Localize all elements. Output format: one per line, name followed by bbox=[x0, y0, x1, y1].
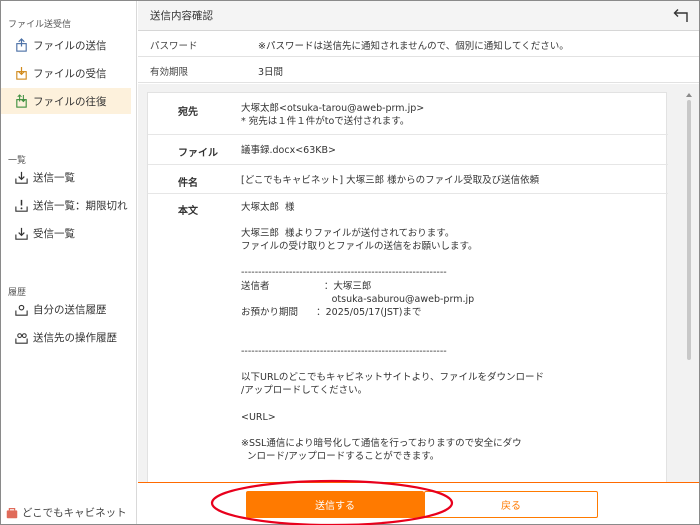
sidebar-item-label: 送信一覧 bbox=[33, 171, 75, 184]
sidebar-item-label: ファイルの送信 bbox=[33, 39, 107, 52]
mail-body-line bbox=[241, 397, 544, 410]
sidebar-item-roundtrip-file[interactable]: ファイルの往復 bbox=[1, 88, 131, 114]
subject-row: 件名 [どこでもキャビネット] 大塚三郎 様からのファイル受取及び送信依頼 bbox=[148, 165, 668, 194]
expiry-value: 3日間 bbox=[258, 66, 284, 78]
page-title: 送信内容確認 bbox=[150, 10, 213, 22]
brand-footer: どこでもキャビネット bbox=[5, 505, 127, 520]
password-row: パスワード ※パスワードは送信先に通知されませんので、個別に通知してください。 bbox=[138, 33, 699, 57]
sidebar-item-label: 自分の送信履歴 bbox=[33, 303, 107, 316]
sidebar-item-label: 送信先の操作履歴 bbox=[33, 331, 117, 344]
my-history-icon bbox=[13, 301, 29, 317]
mail-body-line bbox=[241, 358, 544, 371]
mail-body-line bbox=[241, 319, 544, 332]
download-file-icon bbox=[13, 65, 29, 81]
sidebar-item-sent-list[interactable]: 送信一覧 bbox=[1, 164, 131, 190]
body-row: 本文 大塚太郎 様大塚三郎 様よりファイルが送付されております。 ファイルの受け取… bbox=[148, 194, 668, 482]
section-heading-transfer: ファイル送受信 bbox=[8, 20, 72, 30]
body-label: 本文 bbox=[178, 206, 198, 217]
subject-value: [どこでもキャビネット] 大塚三郎 様からのファイル受取及び送信依頼 bbox=[241, 175, 540, 186]
mail-body-line bbox=[241, 424, 544, 437]
mail-body-line bbox=[241, 332, 544, 345]
received-list-icon bbox=[13, 225, 29, 241]
mail-body-text: 大塚太郎 様大塚三郎 様よりファイルが送付されております。 ファイルの受け取りとフ… bbox=[241, 201, 544, 463]
cabinet-logo-icon bbox=[5, 506, 19, 520]
return-icon[interactable] bbox=[671, 8, 689, 24]
mail-body-line: お預かり期間 ：2025/05/17(JST)まで bbox=[241, 306, 422, 318]
to-note: * 宛先は１件１件がtoで送付されます。 bbox=[241, 116, 410, 127]
mail-body-line: 大塚三郎 様よりファイルが送付されております。 bbox=[241, 228, 455, 240]
action-bar: 送信する 戻る bbox=[138, 479, 699, 525]
file-label: ファイル bbox=[178, 148, 218, 159]
upload-file-icon bbox=[13, 37, 29, 53]
file-row: ファイル 議事録.docx<63KB> bbox=[148, 135, 668, 165]
recipient-history-icon bbox=[13, 329, 29, 345]
mail-body-line: ※SSL通信により暗号化して通信を行っておりますので安全にダウ bbox=[241, 437, 522, 449]
password-note: ※パスワードは送信先に通知されませんので、個別に通知してください。 bbox=[258, 40, 569, 52]
mail-body-line bbox=[241, 214, 544, 227]
sidebar-item-recipient-history[interactable]: 送信先の操作履歴 bbox=[1, 324, 131, 350]
expiry-row: 有効期限 3日間 bbox=[138, 59, 699, 83]
mail-preview-area[interactable]: 宛先 大塚太郎<otsuka-tarou@aweb-prm.jp> * 宛先は１… bbox=[138, 84, 699, 482]
mail-body-line: ンロード/アップロードすることができます。 bbox=[241, 450, 440, 462]
mail-body-line: otsuka-saburou@aweb-prm.jp bbox=[241, 293, 475, 305]
to-label: 宛先 bbox=[178, 107, 198, 118]
mail-body-line: <URL> bbox=[241, 411, 276, 423]
scrollbar[interactable] bbox=[685, 92, 693, 482]
subject-label: 件名 bbox=[178, 178, 198, 189]
sidebar-item-label: 受信一覧 bbox=[33, 227, 75, 240]
mail-body-line: 以下URLのどこでもキャビネットサイトより、ファイルをダウンロード bbox=[241, 372, 544, 384]
mail-body-line: ----------------------------------------… bbox=[241, 346, 447, 358]
mail-body-line: 大塚太郎 様 bbox=[241, 202, 295, 213]
sidebar-item-receive-file[interactable]: ファイルの受信 bbox=[1, 60, 131, 86]
to-value: 大塚太郎<otsuka-tarou@aweb-prm.jp> bbox=[241, 103, 425, 114]
file-value: 議事録.docx<63KB> bbox=[241, 145, 336, 156]
to-row: 宛先 大塚太郎<otsuka-tarou@aweb-prm.jp> * 宛先は１… bbox=[148, 93, 668, 135]
mail-body-line: ----------------------------------------… bbox=[241, 267, 447, 279]
mail-body-line: ファイルの受け取りとファイルの送信をお願いします。 bbox=[241, 241, 478, 253]
roundtrip-file-icon bbox=[13, 93, 29, 109]
back-button[interactable]: 戻る bbox=[424, 491, 598, 518]
sidebar-item-received-list[interactable]: 受信一覧 bbox=[1, 220, 131, 246]
sidebar-item-my-history[interactable]: 自分の送信履歴 bbox=[1, 296, 131, 322]
expired-list-icon bbox=[13, 197, 29, 213]
sidebar-item-expired-list[interactable]: 送信一覧：期限切れ bbox=[1, 192, 131, 218]
sidebar-item-label: 送信一覧：期限切れ bbox=[33, 199, 128, 212]
mail-body-line: /アップロードしてください。 bbox=[241, 385, 368, 397]
mail-body-line bbox=[241, 253, 544, 266]
mail-body-line: 送信者 ：大塚三郎 bbox=[241, 280, 372, 292]
sidebar-item-send-file[interactable]: ファイルの送信 bbox=[1, 32, 131, 58]
page-header: 送信内容確認 bbox=[138, 1, 699, 31]
password-label: パスワード bbox=[150, 40, 198, 52]
send-button[interactable]: 送信する bbox=[246, 491, 424, 518]
sidebar-item-label: ファイルの受信 bbox=[33, 67, 107, 80]
sidebar-item-label: ファイルの往復 bbox=[33, 95, 107, 108]
expiry-label: 有効期限 bbox=[150, 66, 189, 78]
mail-preview-card: 宛先 大塚太郎<otsuka-tarou@aweb-prm.jp> * 宛先は１… bbox=[147, 92, 668, 482]
sidebar: ファイル送受信 ファイルの送信 ファイルの受信 ファイルの往復 一覧 送信一覧 … bbox=[1, 1, 137, 524]
brand-name: どこでもキャビネット bbox=[22, 507, 127, 519]
sent-list-icon bbox=[13, 169, 29, 185]
